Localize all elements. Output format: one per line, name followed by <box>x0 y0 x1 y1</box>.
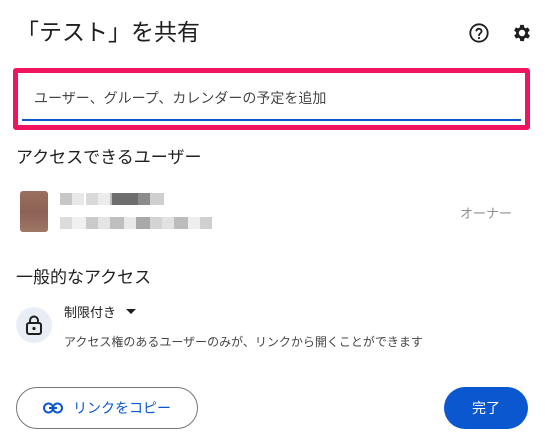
add-people-highlight: ユーザー、グループ、カレンダーの予定を追加 <box>13 68 530 130</box>
settings-button[interactable] <box>510 21 534 45</box>
link-icon <box>43 402 63 414</box>
user-row[interactable]: オーナー <box>20 191 530 235</box>
done-button[interactable]: 完了 <box>444 387 528 429</box>
add-people-input[interactable]: ユーザー、グループ、カレンダーの予定を追加 <box>22 77 521 121</box>
gear-icon <box>514 24 530 42</box>
caret-down-icon <box>126 308 137 314</box>
lock-icon <box>26 315 42 335</box>
dialog-title: 「テスト」を共有 <box>16 20 200 46</box>
people-with-access-title: アクセスできるユーザー <box>16 148 202 168</box>
add-people-placeholder: ユーザー、グループ、カレンダーの予定を追加 <box>34 91 327 107</box>
help-circle-icon <box>469 23 489 43</box>
general-access-selected: 制限付き <box>64 306 117 321</box>
general-access-dropdown[interactable]: 制限付き <box>64 302 137 321</box>
help-button[interactable] <box>467 21 491 45</box>
lock-icon-container <box>16 307 52 343</box>
general-access-title: 一般的なアクセス <box>16 268 152 288</box>
general-access-description: アクセス権のあるユーザーのみが、リンクから開くことができます <box>64 335 423 349</box>
copy-link-label: リンクをコピー <box>73 401 171 417</box>
share-dialog: 「テスト」を共有 ユーザー、グループ、カレンダーの予定を追加 アクセスできるユー… <box>0 0 548 448</box>
copy-link-button[interactable]: リンクをコピー <box>16 387 198 429</box>
user-role-owner: オーナー <box>459 207 512 222</box>
avatar <box>20 191 48 232</box>
